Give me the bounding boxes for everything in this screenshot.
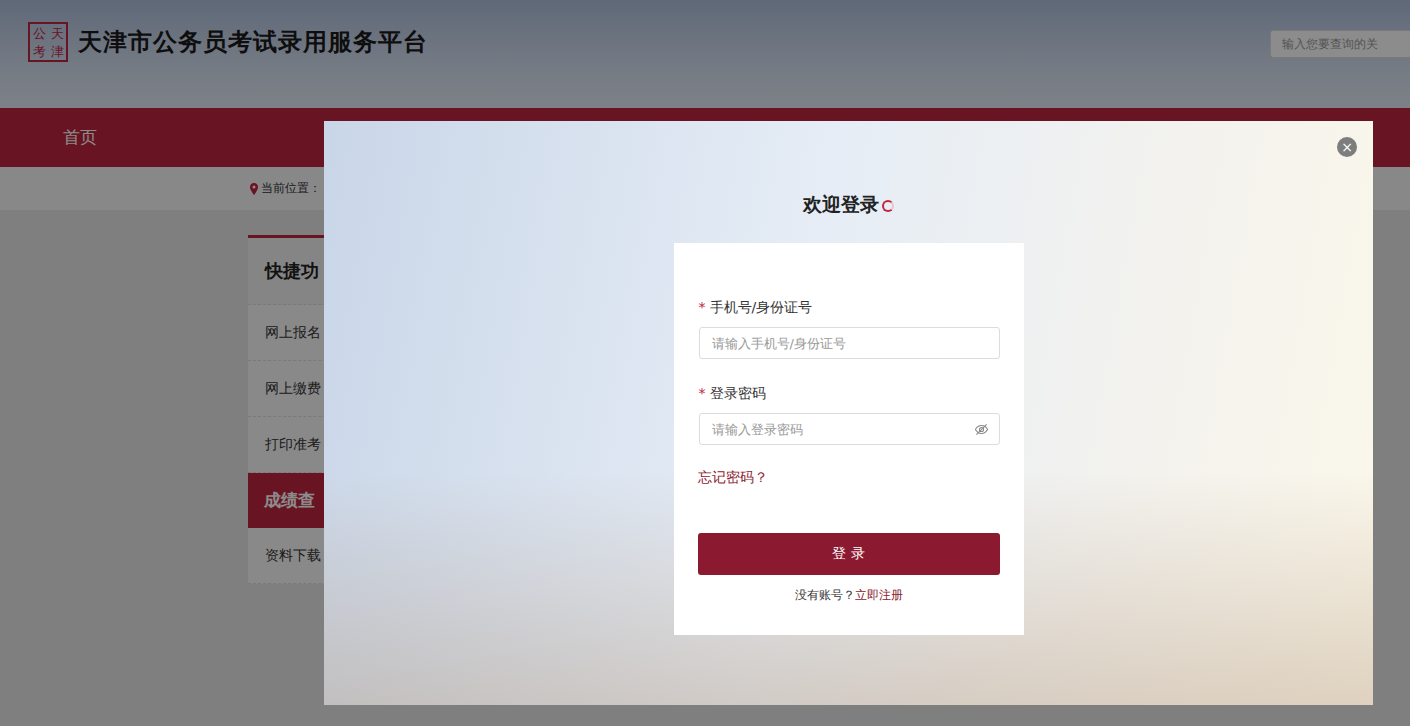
register-row: 没有账号？立即注册 — [698, 587, 1000, 604]
loading-icon — [882, 200, 894, 212]
required-mark: * — [699, 299, 706, 317]
page: 公天考津天津市公务员考试录用服务平台首页当前位置：快捷功网上报名网上缴费打印准考… — [0, 0, 1410, 726]
text-input[interactable] — [700, 414, 974, 444]
text-input[interactable] — [700, 328, 989, 358]
input-box — [699, 413, 1000, 445]
form-field: *登录密码 — [698, 385, 1000, 445]
field-label: *登录密码 — [698, 385, 1000, 403]
close-button[interactable]: × — [1337, 137, 1357, 157]
eye-slash-icon[interactable] — [974, 422, 989, 437]
login-form: *手机号/身份证号 *登录密码忘记密码？ 登 录没有账号？立即注册 — [674, 243, 1024, 635]
login-button[interactable]: 登 录 — [698, 533, 1000, 575]
field-label: *手机号/身份证号 — [698, 299, 1000, 317]
login-dialog: × 欢迎登录 *手机号/身份证号 *登录密码忘记密码？ 登 录没有账号？立即注册 — [324, 121, 1373, 705]
dialog-title: 欢迎登录 — [803, 192, 894, 218]
forgot-password-link[interactable]: 忘记密码？ — [698, 469, 768, 487]
required-mark: * — [699, 385, 706, 403]
form-field: *手机号/身份证号 — [698, 299, 1000, 359]
register-link[interactable]: 立即注册 — [855, 588, 903, 602]
input-box — [699, 327, 1000, 359]
